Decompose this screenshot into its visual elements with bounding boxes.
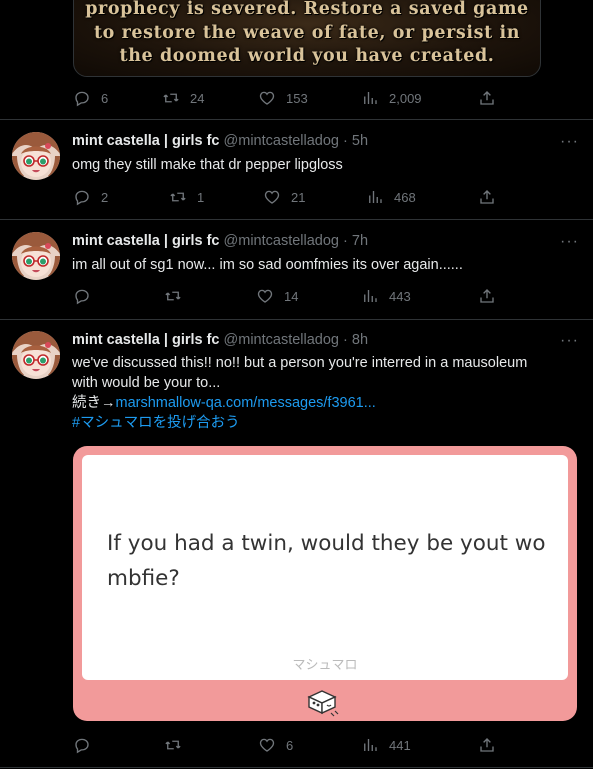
- handle[interactable]: @mintcastelladog: [224, 332, 339, 348]
- tweet-header: mint castella | girls fc @mintcastellado…: [72, 332, 368, 348]
- retweet-icon: [169, 188, 187, 206]
- hashtag-link[interactable]: #マシュマロを投げ合おう: [72, 413, 527, 433]
- timestamp[interactable]: · 8h: [343, 332, 368, 348]
- reply-icon: [73, 736, 91, 754]
- reply-button[interactable]: 6: [73, 89, 108, 107]
- views-count: 441: [389, 737, 411, 753]
- share-icon: [478, 89, 496, 107]
- marshmallow-link[interactable]: marshmallow-qa.com/messages/f3961...: [116, 395, 376, 411]
- views-button[interactable]: 468: [366, 188, 416, 206]
- reply-icon: [73, 89, 91, 107]
- avatar[interactable]: [12, 331, 60, 379]
- views-count: 468: [394, 189, 416, 205]
- more-options-icon[interactable]: ···: [560, 332, 579, 350]
- game-text-line: to restore the weave of fate, or persist…: [93, 22, 521, 43]
- tweet-text-line: we've discussed this!! no!! but a person…: [72, 355, 528, 371]
- like-button[interactable]: 21: [263, 188, 305, 206]
- like-count: 21: [291, 189, 306, 205]
- display-name[interactable]: mint castella | girls fc: [72, 332, 220, 348]
- reply-button[interactable]: 2: [73, 188, 108, 206]
- tweet-text: im all out of sg1 now... im so sad oomfm…: [72, 257, 463, 273]
- divider: [0, 219, 593, 220]
- heart-icon: [258, 89, 276, 107]
- game-screenshot-text: prophecy is severed. Restore a saved gam…: [74, 0, 540, 69]
- views-icon: [366, 188, 384, 206]
- retweet-icon: [164, 736, 182, 754]
- views-button[interactable]: 441: [361, 736, 411, 754]
- handle[interactable]: @mintcastelladog: [224, 233, 339, 249]
- handle[interactable]: @mintcastelladog: [224, 133, 339, 149]
- game-text-line: prophecy is severed. Restore a saved gam…: [85, 0, 529, 19]
- views-count: 443: [389, 288, 411, 304]
- display-name[interactable]: mint castella | girls fc: [72, 133, 220, 149]
- marshmallow-logo-icon: [307, 690, 339, 717]
- retweet-button[interactable]: 1: [169, 188, 204, 206]
- share-icon: [478, 736, 496, 754]
- share-button[interactable]: [478, 89, 496, 107]
- more-options-icon[interactable]: ···: [560, 133, 579, 151]
- like-button[interactable]: 14: [256, 287, 298, 305]
- game-text-line: the doomed world you have created.: [119, 46, 495, 66]
- reply-count: 6: [101, 90, 109, 106]
- like-count: 14: [284, 288, 299, 304]
- share-button[interactable]: [478, 188, 496, 206]
- reply-button[interactable]: [73, 736, 101, 754]
- divider: [0, 767, 593, 768]
- marshmallow-question: If you had a twin, would they be yout wo…: [107, 531, 546, 591]
- tweet-text: omg they still make that dr pepper lipgl…: [72, 157, 343, 173]
- divider: [0, 119, 593, 120]
- retweet-count: 1: [197, 189, 205, 205]
- share-button[interactable]: [478, 736, 496, 754]
- like-count: 6: [286, 737, 294, 753]
- timestamp[interactable]: · 7h: [343, 233, 368, 249]
- read-more-line: 続き→marshmallow-qa.com/messages/f3961...: [72, 393, 527, 413]
- like-count: 153: [286, 90, 308, 106]
- reply-icon: [73, 188, 91, 206]
- timestamp[interactable]: · 5h: [343, 133, 368, 149]
- tweet-header: mint castella | girls fc @mintcastellado…: [72, 133, 368, 149]
- views-icon: [361, 287, 379, 305]
- avatar[interactable]: [12, 232, 60, 280]
- reply-button[interactable]: [73, 287, 101, 305]
- retweet-icon: [164, 287, 182, 305]
- marshmallow-card-inner: If you had a twin, would they be yout wo…: [82, 455, 568, 680]
- tweet-text-line: with would be your to...: [72, 375, 221, 391]
- game-screenshot-image[interactable]: prophecy is severed. Restore a saved gam…: [73, 0, 541, 77]
- retweet-count: 24: [190, 90, 205, 106]
- like-button[interactable]: 6: [258, 736, 293, 754]
- tweet-header: mint castella | girls fc @mintcastellado…: [72, 233, 368, 249]
- display-name[interactable]: mint castella | girls fc: [72, 233, 220, 249]
- more-options-icon[interactable]: ···: [560, 233, 579, 251]
- marshmallow-brand: マシュマロ: [292, 658, 358, 673]
- like-button[interactable]: 153: [258, 89, 308, 107]
- views-button[interactable]: 2,009: [361, 89, 422, 107]
- heart-icon: [258, 736, 276, 754]
- views-icon: [361, 736, 379, 754]
- share-button[interactable]: [478, 287, 496, 305]
- retweet-icon: [162, 89, 180, 107]
- views-button[interactable]: 443: [361, 287, 411, 305]
- share-icon: [478, 188, 496, 206]
- read-more-prefix: 続き→: [72, 395, 116, 411]
- retweet-button[interactable]: 24: [162, 89, 204, 107]
- marshmallow-card[interactable]: If you had a twin, would they be yout wo…: [73, 446, 577, 721]
- reply-icon: [73, 287, 91, 305]
- reply-count: 2: [101, 189, 109, 205]
- retweet-button[interactable]: [164, 287, 192, 305]
- views-count: 2,009: [389, 90, 422, 106]
- retweet-button[interactable]: [164, 736, 192, 754]
- share-icon: [478, 287, 496, 305]
- views-icon: [361, 89, 379, 107]
- avatar[interactable]: [12, 132, 60, 180]
- divider: [0, 319, 593, 320]
- tweet-text: we've discussed this!! no!! but a person…: [72, 353, 527, 433]
- heart-icon: [256, 287, 274, 305]
- heart-icon: [263, 188, 281, 206]
